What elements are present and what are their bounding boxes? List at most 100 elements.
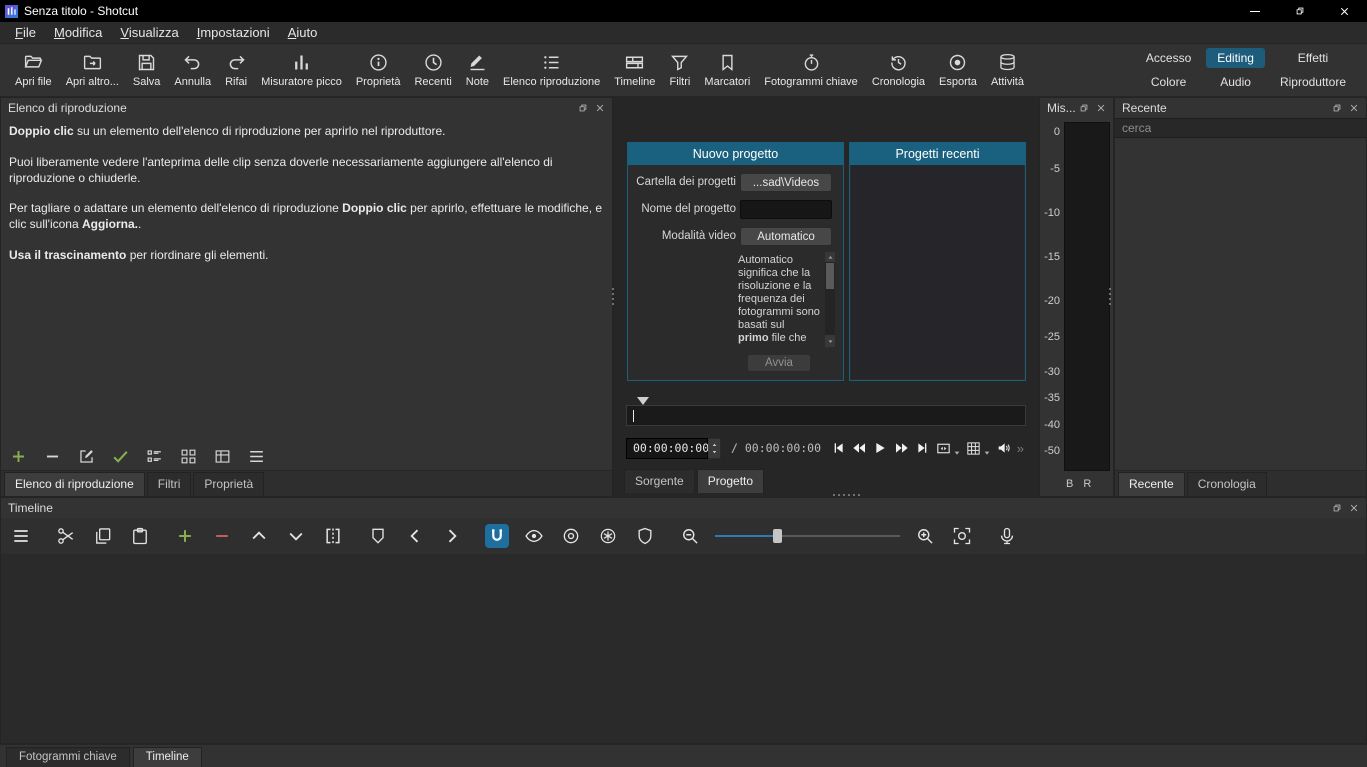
layout-tab-effetti[interactable]: Effetti: [1287, 48, 1339, 68]
update-icon[interactable]: [77, 447, 96, 466]
minimize-button[interactable]: [1232, 0, 1277, 22]
marker-button[interactable]: [366, 524, 390, 548]
overwrite-button[interactable]: [284, 524, 308, 548]
skip-start-button[interactable]: [829, 437, 846, 459]
snap-button[interactable]: [485, 524, 509, 548]
tab-progetto[interactable]: Progetto: [696, 469, 765, 493]
splitter-handle[interactable]: [611, 288, 615, 305]
spin-down-icon[interactable]: [711, 449, 718, 455]
tab-elenco-di-riproduzione[interactable]: Elenco di riproduzione: [4, 472, 145, 496]
toolbar-button-save[interactable]: Salva: [126, 49, 168, 91]
record-audio-button[interactable]: [995, 524, 1019, 548]
toolbar-button-jobs[interactable]: Attività: [984, 49, 1031, 91]
close-icon[interactable]: [595, 103, 605, 113]
ripple-button[interactable]: [559, 524, 583, 548]
toolbar-button-undo[interactable]: Annulla: [167, 49, 218, 91]
tab-recente[interactable]: Recente: [1118, 472, 1185, 496]
grid-menu-button[interactable]: [965, 440, 991, 457]
apply-check-icon[interactable]: [111, 447, 130, 466]
splitter-handle[interactable]: [833, 493, 860, 497]
position-timecode[interactable]: 00:00:00:00: [626, 437, 709, 459]
toolbar-button-open-other[interactable]: Apri altro...: [59, 49, 126, 91]
description-scrollbar[interactable]: [825, 252, 835, 347]
rewind-button[interactable]: [850, 437, 867, 459]
splitter-handle[interactable]: [1108, 288, 1112, 305]
layout-tab-audio[interactable]: Audio: [1209, 72, 1262, 92]
video-mode-button[interactable]: Automatico: [740, 227, 832, 246]
search-input[interactable]: [1115, 118, 1366, 138]
close-icon[interactable]: [1096, 103, 1106, 113]
skip-end-button[interactable]: [914, 437, 931, 459]
menu-item-file[interactable]: File: [6, 23, 45, 42]
slider-handle[interactable]: [773, 529, 782, 543]
close-button[interactable]: [1322, 0, 1367, 22]
timecode-spinner[interactable]: 00:00:00:00: [626, 437, 721, 459]
prev-marker-button[interactable]: [403, 524, 427, 548]
menu-item-modifica[interactable]: Modifica: [45, 23, 111, 42]
zoom-fit-button[interactable]: [950, 524, 974, 548]
tab-filtri[interactable]: Filtri: [146, 472, 192, 496]
add-icon[interactable]: [9, 447, 28, 466]
copy-button[interactable]: [91, 524, 115, 548]
ripple-delete-button[interactable]: [210, 524, 234, 548]
lift-button[interactable]: [247, 524, 271, 548]
spin-up-icon[interactable]: [711, 442, 718, 448]
toolbar-button-history[interactable]: Cronologia: [865, 49, 932, 91]
paste-button[interactable]: [128, 524, 152, 548]
float-icon[interactable]: [1079, 103, 1089, 113]
layout-tab-colore[interactable]: Colore: [1140, 72, 1197, 92]
toolbar-button-open-file[interactable]: Apri file: [8, 49, 59, 91]
close-icon[interactable]: [1349, 503, 1359, 513]
play-button[interactable]: [872, 437, 889, 459]
menu-item-impostazioni[interactable]: Impostazioni: [188, 23, 279, 42]
scrollbar-thumb[interactable]: [826, 263, 834, 289]
timecode-spin-buttons[interactable]: [708, 437, 721, 459]
toolbar-button-properties[interactable]: Proprietà: [349, 49, 408, 91]
tab-fotogrammi-chiave[interactable]: Fotogrammi chiave: [6, 747, 130, 767]
toolbar-button-redo[interactable]: Rifai: [218, 49, 254, 91]
scroll-down-icon[interactable]: [825, 335, 835, 347]
timeline-tracks-area[interactable]: [1, 554, 1366, 743]
cut-button[interactable]: [54, 524, 78, 548]
next-marker-button[interactable]: [440, 524, 464, 548]
toolbar-button-playlist[interactable]: Elenco riproduzione: [496, 49, 607, 91]
zoom-menu-button[interactable]: [935, 440, 961, 457]
split-button[interactable]: [321, 524, 345, 548]
float-icon[interactable]: [1332, 503, 1342, 513]
fast-forward-button[interactable]: [893, 437, 910, 459]
timeline-menu-button[interactable]: [9, 524, 33, 548]
zoom-slider[interactable]: [715, 525, 900, 547]
menu-item-visualizza[interactable]: Visualizza: [111, 23, 187, 42]
tab-sorgente[interactable]: Sorgente: [624, 469, 695, 493]
view-list-icon[interactable]: [145, 447, 164, 466]
recent-files-list[interactable]: [1115, 138, 1366, 470]
volume-button[interactable]: [995, 437, 1012, 459]
append-button[interactable]: [173, 524, 197, 548]
start-button[interactable]: Avvia: [747, 354, 811, 372]
layout-tab-riproduttore[interactable]: Riproduttore: [1269, 72, 1357, 92]
toolbar-button-markers[interactable]: Marcatori: [697, 49, 757, 91]
toolbar-overflow-chevron[interactable]: »: [1017, 441, 1026, 456]
toolbar-button-peak-meter[interactable]: Misuratore picco: [254, 49, 349, 91]
float-icon[interactable]: [578, 103, 588, 113]
tab-proprieta[interactable]: Proprietà: [193, 472, 265, 496]
recent-projects-list[interactable]: [851, 165, 1024, 379]
ripple-markers-button[interactable]: [633, 524, 657, 548]
scroll-up-icon[interactable]: [825, 252, 835, 262]
view-icons-icon[interactable]: [179, 447, 198, 466]
project-name-input[interactable]: [740, 200, 832, 219]
toolbar-button-keyframes[interactable]: Fotogrammi chiave: [757, 49, 865, 91]
remove-icon[interactable]: [43, 447, 62, 466]
seek-bar[interactable]: [626, 397, 1026, 426]
scrub-while-dragging-button[interactable]: [522, 524, 546, 548]
ripple-all-tracks-button[interactable]: [596, 524, 620, 548]
menu-item-aiuto[interactable]: Aiuto: [279, 23, 327, 42]
float-icon[interactable]: [1332, 103, 1342, 113]
toolbar-button-recents[interactable]: Recenti: [407, 49, 458, 91]
view-details-icon[interactable]: [213, 447, 232, 466]
playlist-menu-icon[interactable]: [247, 447, 266, 466]
zoom-out-button[interactable]: [678, 524, 702, 548]
tab-timeline[interactable]: Timeline: [132, 747, 202, 767]
layout-tab-accesso[interactable]: Accesso: [1135, 48, 1202, 68]
toolbar-button-notes[interactable]: Note: [459, 49, 496, 91]
